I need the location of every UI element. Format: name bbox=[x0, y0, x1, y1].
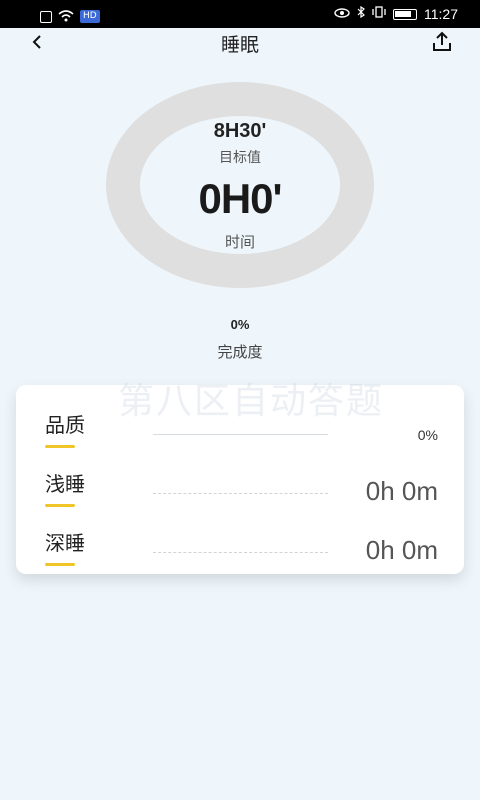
page-title: 睡眠 bbox=[220, 34, 259, 56]
stat-label: 深睡 bbox=[45, 527, 85, 566]
stat-value: 0% bbox=[417, 427, 438, 443]
wifi-icon bbox=[58, 7, 74, 26]
status-time: 11:27 bbox=[424, 6, 458, 22]
eye-icon bbox=[334, 7, 350, 22]
goal-value: 8H30' bbox=[213, 120, 267, 142]
share-button[interactable] bbox=[430, 30, 456, 56]
status-left: HD bbox=[40, 7, 100, 26]
completion-value: 0% bbox=[230, 317, 250, 332]
status-right: 11:27 bbox=[334, 5, 458, 22]
bluetooth-icon bbox=[357, 5, 365, 22]
chevron-left-icon bbox=[32, 35, 41, 49]
stat-divider bbox=[153, 493, 328, 494]
status-bar: HD 11:27 bbox=[0, 0, 480, 28]
sim-icon bbox=[40, 10, 52, 23]
nav-bar: 睡眠 bbox=[0, 28, 480, 58]
share-upload-icon bbox=[433, 31, 451, 51]
hd-badge: HD bbox=[80, 10, 100, 23]
completion-label: 完成度 bbox=[217, 343, 263, 361]
stat-row-light-sleep: 浅睡 0h 0m bbox=[16, 454, 464, 514]
goal-label: 目标值 bbox=[219, 150, 261, 166]
stat-value: 0h 0m bbox=[365, 476, 438, 506]
stat-divider bbox=[153, 552, 328, 553]
stat-value: 0h 0m bbox=[365, 535, 438, 565]
sleep-stats-card: 品质 0% 浅睡 0h 0m 深睡 0h 0m bbox=[16, 385, 464, 574]
stat-label: 品质 bbox=[45, 409, 85, 448]
battery-icon bbox=[393, 8, 417, 20]
stat-row-deep-sleep: 深睡 0h 0m bbox=[16, 513, 464, 573]
stat-row-quality: 品质 0% bbox=[16, 395, 464, 455]
back-button[interactable] bbox=[22, 28, 52, 56]
sleep-time-value: 0H0' bbox=[198, 175, 282, 222]
stat-divider bbox=[153, 434, 328, 435]
sleep-time-label: 时间 bbox=[224, 233, 255, 251]
vibrate-icon bbox=[372, 6, 386, 22]
stat-label: 浅睡 bbox=[45, 468, 85, 507]
